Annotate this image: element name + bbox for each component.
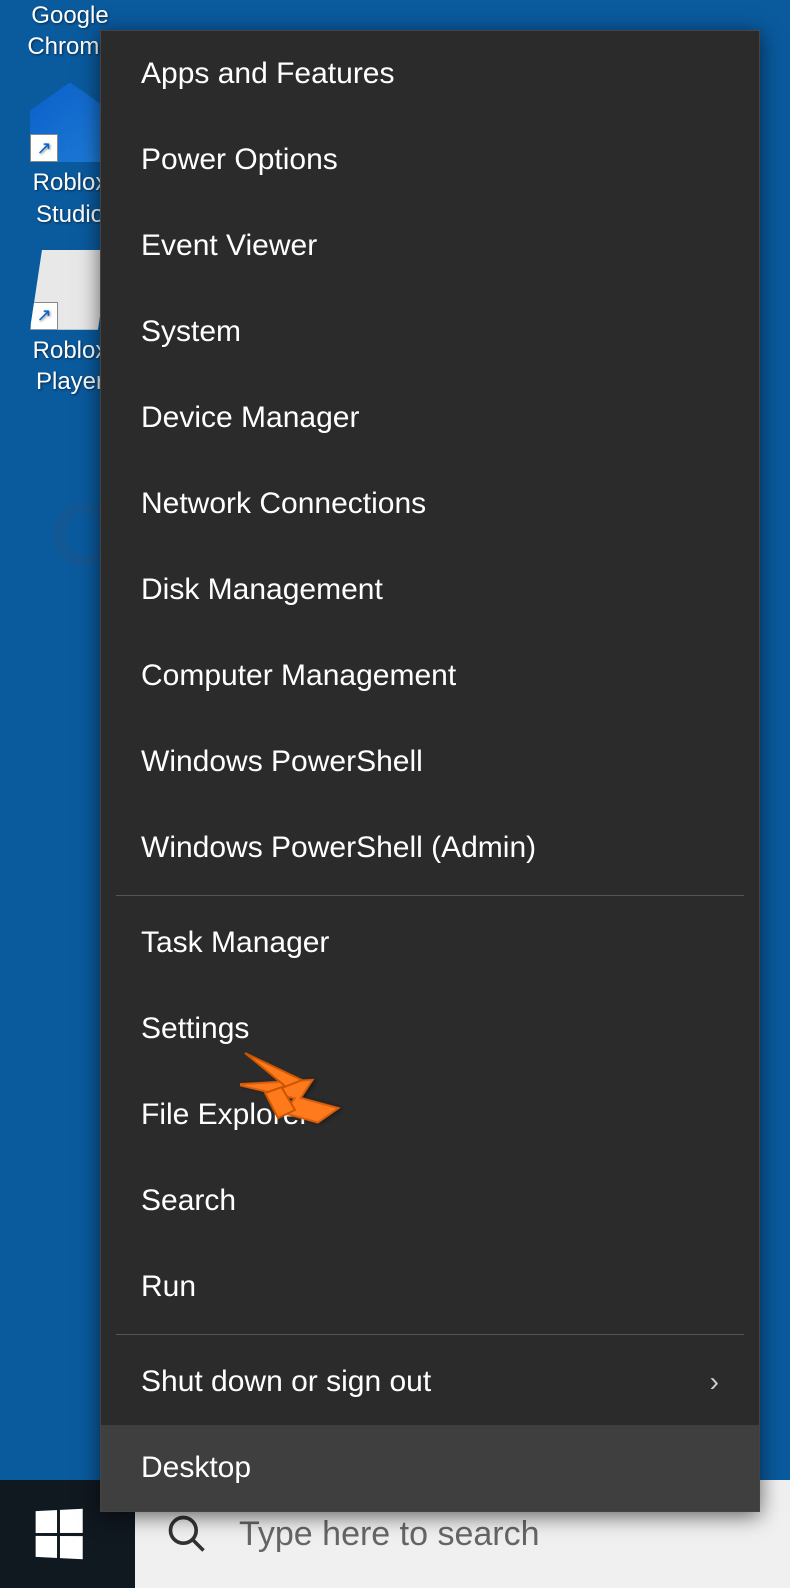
- menu-power-options[interactable]: Power Options: [101, 117, 759, 203]
- menu-disk-management[interactable]: Disk Management: [101, 547, 759, 633]
- menu-desktop[interactable]: Desktop: [101, 1425, 759, 1511]
- search-icon: [165, 1512, 209, 1556]
- menu-network-connections[interactable]: Network Connections: [101, 461, 759, 547]
- menu-settings[interactable]: Settings: [101, 986, 759, 1072]
- search-placeholder: Type here to search: [239, 1515, 540, 1554]
- windows-logo-icon: [35, 1509, 82, 1560]
- menu-divider: [116, 1334, 744, 1335]
- menu-computer-management[interactable]: Computer Management: [101, 633, 759, 719]
- shortcut-overlay-icon: ↗: [30, 302, 58, 330]
- menu-windows-powershell-admin[interactable]: Windows PowerShell (Admin): [101, 805, 759, 891]
- roblox-studio-icon: ↗: [30, 82, 110, 162]
- roblox-player-icon: ↗: [30, 250, 110, 330]
- menu-apps-and-features[interactable]: Apps and Features: [101, 31, 759, 117]
- menu-run[interactable]: Run: [101, 1244, 759, 1330]
- shortcut-overlay-icon: ↗: [30, 134, 58, 162]
- menu-device-manager[interactable]: Device Manager: [101, 375, 759, 461]
- start-button[interactable]: [0, 1480, 115, 1588]
- menu-file-explorer[interactable]: File Explorer: [101, 1072, 759, 1158]
- menu-task-manager[interactable]: Task Manager: [101, 900, 759, 986]
- chevron-right-icon: ›: [710, 1366, 719, 1398]
- menu-divider: [116, 895, 744, 896]
- menu-system[interactable]: System: [101, 289, 759, 375]
- menu-search[interactable]: Search: [101, 1158, 759, 1244]
- menu-shut-down-or-sign-out[interactable]: Shut down or sign out ›: [101, 1339, 759, 1425]
- winx-context-menu: Apps and Features Power Options Event Vi…: [100, 30, 760, 1512]
- menu-event-viewer[interactable]: Event Viewer: [101, 203, 759, 289]
- menu-windows-powershell[interactable]: Windows PowerShell: [101, 719, 759, 805]
